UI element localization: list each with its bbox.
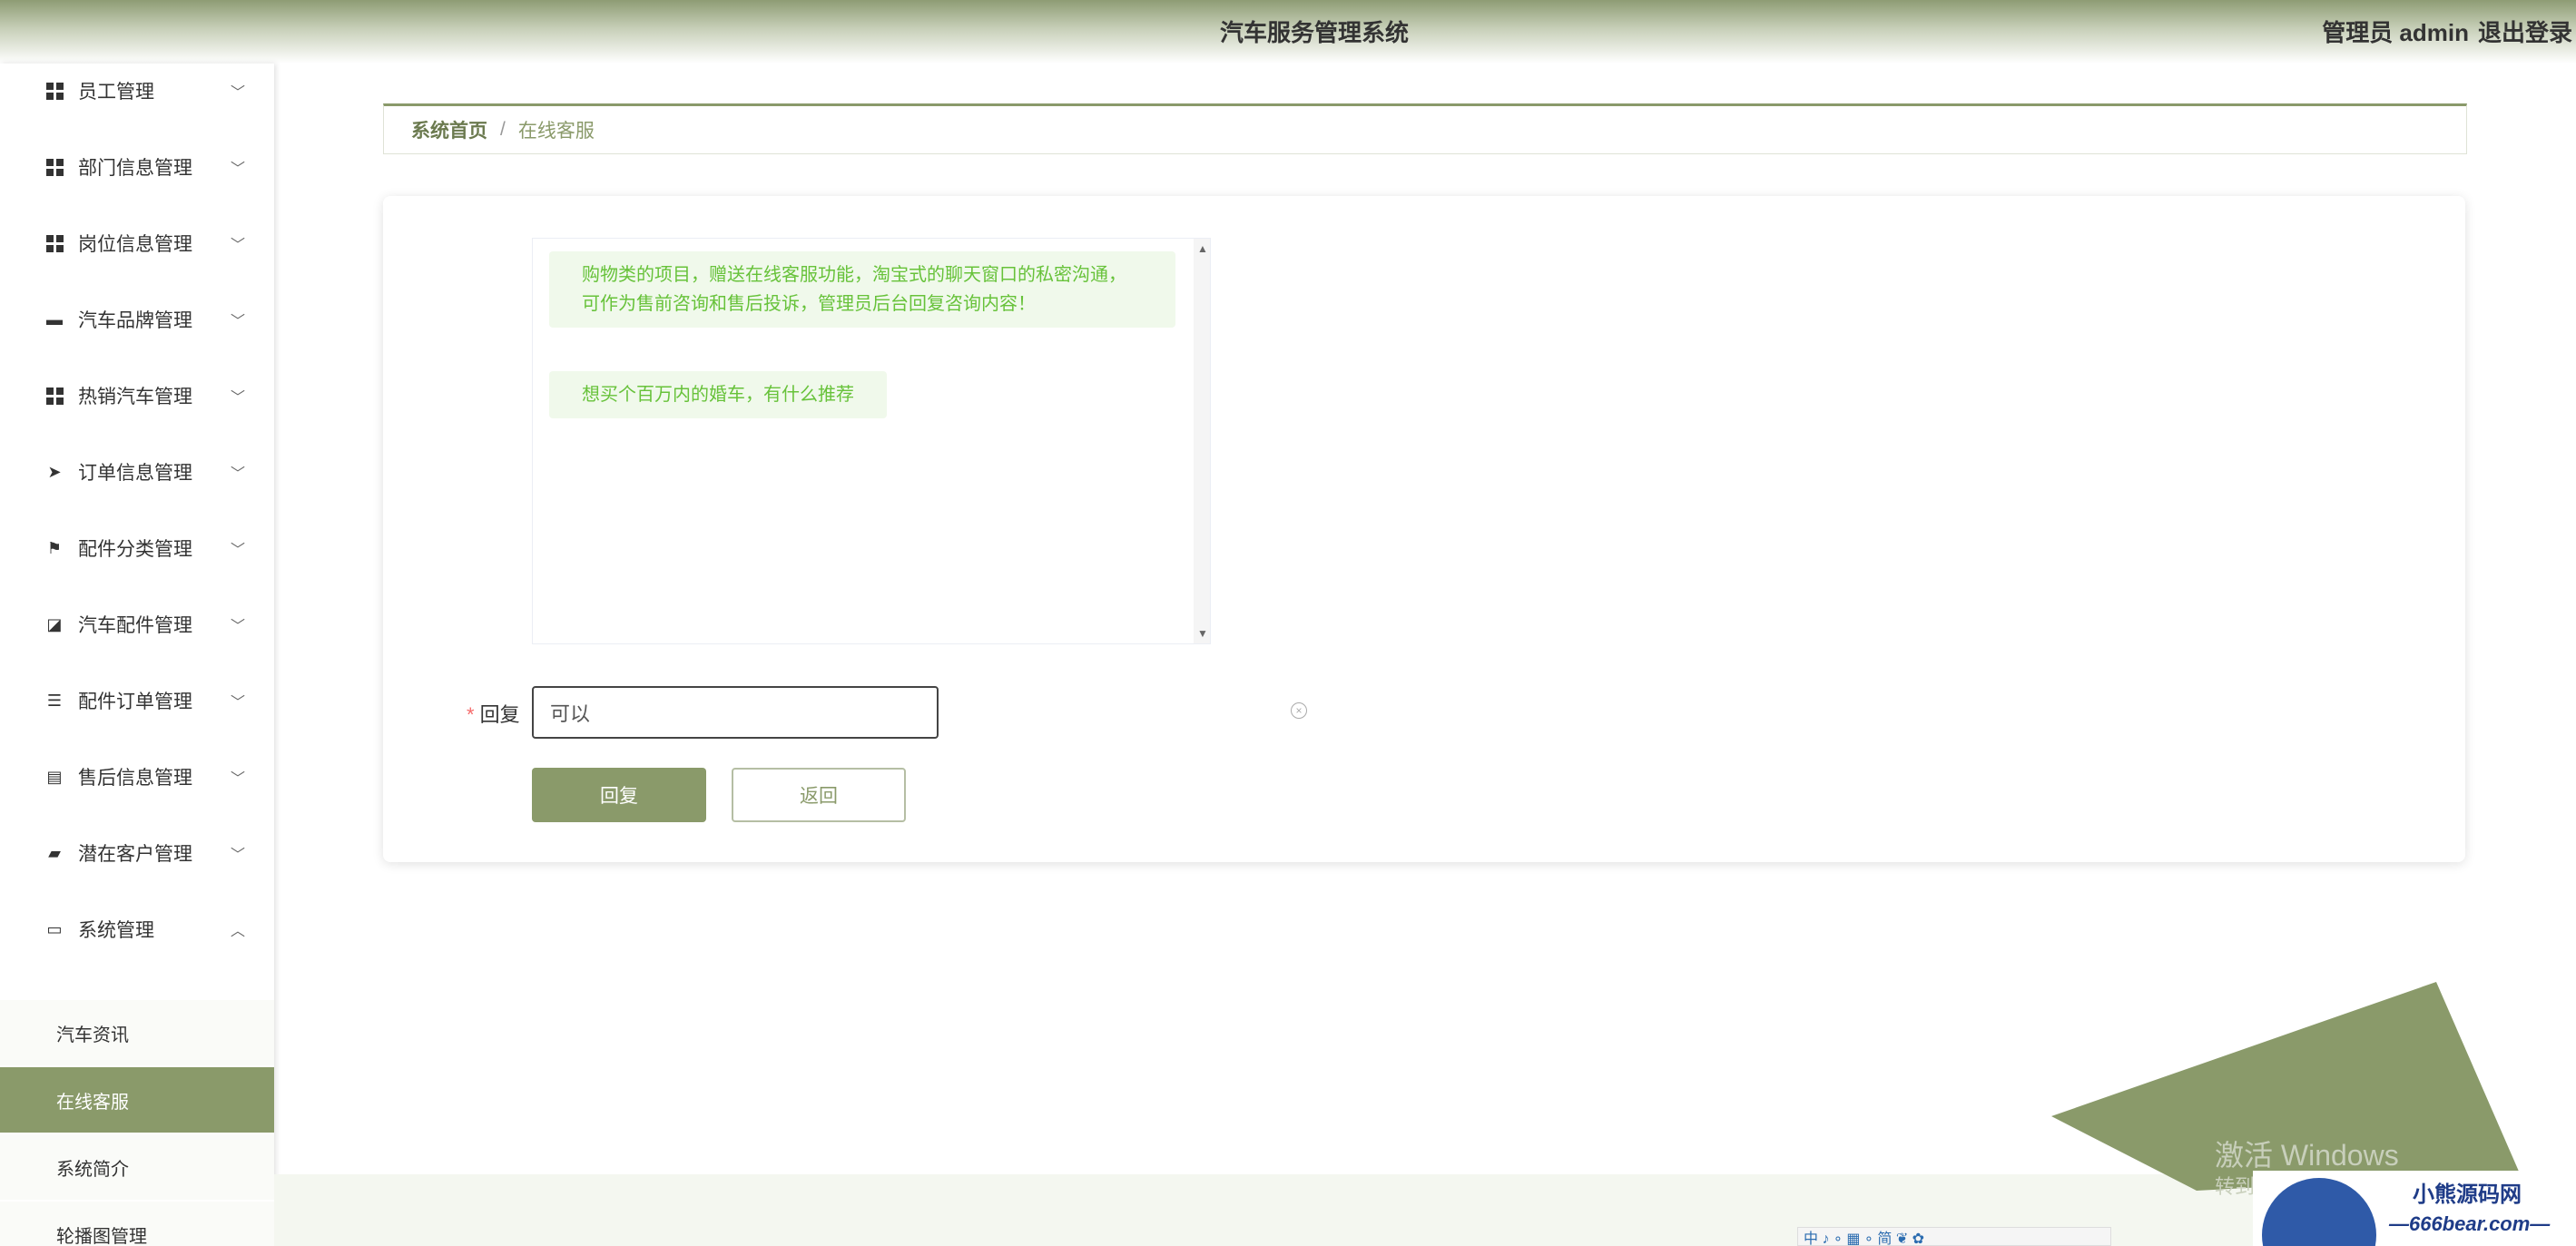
sidebar-item-label: 热销汽车管理 (78, 387, 192, 407)
chevron-down-icon: ﹀ (231, 390, 246, 406)
sidebar-subitem-system-intro[interactable]: 系统简介 (0, 1134, 274, 1200)
sidebar-item-label: 员工管理 (78, 82, 154, 103)
chart-line-icon: ◪ (46, 614, 63, 633)
flag-icon: ⚑ (46, 538, 63, 557)
chevron-down-icon: ﹀ (231, 543, 246, 558)
reply-label-text: 回复 (479, 703, 520, 726)
reply-field-label: * 回复 (467, 699, 520, 728)
chevron-down-icon: ﹀ (231, 85, 246, 101)
current-user: 管理员 admin (2322, 19, 2469, 46)
grid-icon (45, 234, 64, 252)
sidebar-subitem-car-news[interactable]: 汽车资讯 (0, 1000, 274, 1065)
grid-icon (45, 82, 64, 100)
sidebar-item-department[interactable]: 部门信息管理 ﹀ (0, 140, 274, 194)
scroll-down-icon[interactable]: ▼ (1197, 627, 1208, 640)
sidebar-item-label: 售后信息管理 (78, 768, 192, 789)
breadcrumb-separator: / (500, 119, 506, 140)
ticket-icon: ▰ (48, 843, 61, 862)
comment-icon: ▤ (46, 767, 63, 786)
breadcrumb-current: 在线客服 (517, 121, 595, 142)
sidebar-item-label: 潜在客户管理 (78, 844, 192, 865)
sidebar-item-system[interactable]: ▭ 系统管理 ︿ (0, 902, 274, 957)
breadcrumb-home[interactable]: 系统首页 (411, 116, 487, 143)
chevron-up-icon: ︿ (231, 924, 246, 939)
chevron-down-icon: ﹀ (231, 238, 246, 253)
server-icon: ▭ (46, 919, 63, 938)
ime-toolbar[interactable]: 中 ♪ ∘ ▦ ∘ 简 ❦ ✿ (1797, 1227, 2111, 1246)
logout-link[interactable]: 退出登录 (2478, 15, 2572, 48)
sidebar-subitem-carousel[interactable]: 轮播图管理 (0, 1202, 274, 1246)
top-header: 汽车服务管理系统 管理员 admin 退出登录 (0, 0, 2576, 64)
chat-window[interactable]: 购物类的项目，赠送在线客服功能，淘宝式的聊天窗口的私密沟通，可作为售前咨询和售后… (532, 238, 1211, 644)
brand-watermark: 小熊源码网 —666bear.com— (2253, 1171, 2576, 1246)
sidebar-item-label: 部门信息管理 (78, 158, 192, 179)
grid-icon (45, 158, 64, 176)
sidebar-item-position[interactable]: 岗位信息管理 ﹀ (0, 216, 274, 270)
reply-input[interactable] (532, 686, 939, 739)
sidebar-item-after-sales[interactable]: ▤ 售后信息管理 ﹀ (0, 750, 274, 804)
back-button[interactable]: 返回 (732, 768, 906, 822)
app-title: 汽车服务管理系统 (1219, 19, 1409, 46)
chevron-down-icon: ﹀ (231, 314, 246, 329)
sidebar-subitem-label: 轮播图管理 (56, 1226, 147, 1246)
sidebar-subitem-label: 汽车资讯 (56, 1025, 129, 1045)
sidebar-item-label: 系统管理 (78, 920, 154, 941)
scroll-up-icon[interactable]: ▲ (1197, 242, 1208, 255)
paper-plane-icon: ➤ (47, 462, 62, 481)
ime-toolbar-icons: 中 ♪ ∘ ▦ ∘ 简 ❦ ✿ (1804, 1231, 1925, 1246)
sidebar-item-label: 岗位信息管理 (78, 234, 192, 255)
sidebar-item-potential-customers[interactable]: ▰ 潜在客户管理 ﹀ (0, 826, 274, 880)
sidebar-item-label: 汽车配件管理 (78, 615, 192, 636)
sidebar-item-car-parts[interactable]: ◪ 汽车配件管理 ﹀ (0, 597, 274, 652)
brand-url: —666bear.com— (2389, 1212, 2551, 1235)
windows-activation-subtext: 转到 (2215, 1175, 2256, 1198)
sidebar-item-orders[interactable]: ➤ 订单信息管理 ﹀ (0, 445, 274, 499)
chevron-down-icon: ﹀ (231, 162, 246, 177)
sidebar-item-part-orders[interactable]: ☰ 配件订单管理 ﹀ (0, 673, 274, 728)
sidebar-subitem-label: 在线客服 (56, 1092, 129, 1113)
reply-submit-button[interactable]: 回复 (532, 768, 706, 822)
brand-name: 小熊源码网 (2413, 1182, 2522, 1207)
chat-message: 想买个百万内的婚车，有什么推荐 (549, 371, 887, 418)
sidebar-item-label: 配件订单管理 (78, 692, 192, 712)
sidebar-item-label: 订单信息管理 (78, 463, 192, 484)
sidebar-item-car-brand[interactable]: ▬ 汽车品牌管理 ﹀ (0, 292, 274, 347)
chevron-down-icon: ﹀ (231, 619, 246, 634)
sidebar-item-part-category[interactable]: ⚑ 配件分类管理 ﹀ (0, 521, 274, 575)
chevron-down-icon: ﹀ (231, 848, 246, 863)
chevron-down-icon: ﹀ (231, 695, 246, 711)
chevron-down-icon: ﹀ (231, 771, 246, 787)
sidebar-item-employee[interactable]: 员工管理 ﹀ (0, 64, 274, 118)
clear-icon[interactable]: × (1291, 702, 1307, 719)
sidebar-subitem-online-service[interactable]: 在线客服 (0, 1067, 274, 1133)
sidebar-item-hot-cars[interactable]: 热销汽车管理 ﹀ (0, 368, 274, 423)
sidebar-subitem-label: 系统简介 (56, 1159, 129, 1180)
windows-activation-watermark: 激活 Windows (2215, 1139, 2399, 1172)
required-mark: * (467, 703, 475, 726)
sidebar-item-label: 配件分类管理 (78, 539, 192, 560)
breadcrumb: 系统首页 / 在线客服 (383, 103, 2467, 154)
chevron-down-icon: ﹀ (231, 466, 246, 482)
grid-icon (45, 387, 64, 405)
chat-message: 购物类的项目，赠送在线客服功能，淘宝式的聊天窗口的私密沟通，可作为售前咨询和售后… (549, 251, 1175, 328)
paint-roller-icon: ▬ (46, 309, 63, 329)
sidebar-item-label: 汽车品牌管理 (78, 310, 192, 331)
sidebar: 员工管理 ﹀ 部门信息管理 ﹀ 岗位信息管理 ﹀ ▬ 汽车品牌管理 ﹀ 热销汽车… (0, 64, 274, 1246)
chat-scrollbar[interactable]: ▲ ▼ (1194, 239, 1210, 643)
list-indent-icon: ☰ (46, 691, 63, 710)
bear-logo-icon (2262, 1178, 2376, 1246)
